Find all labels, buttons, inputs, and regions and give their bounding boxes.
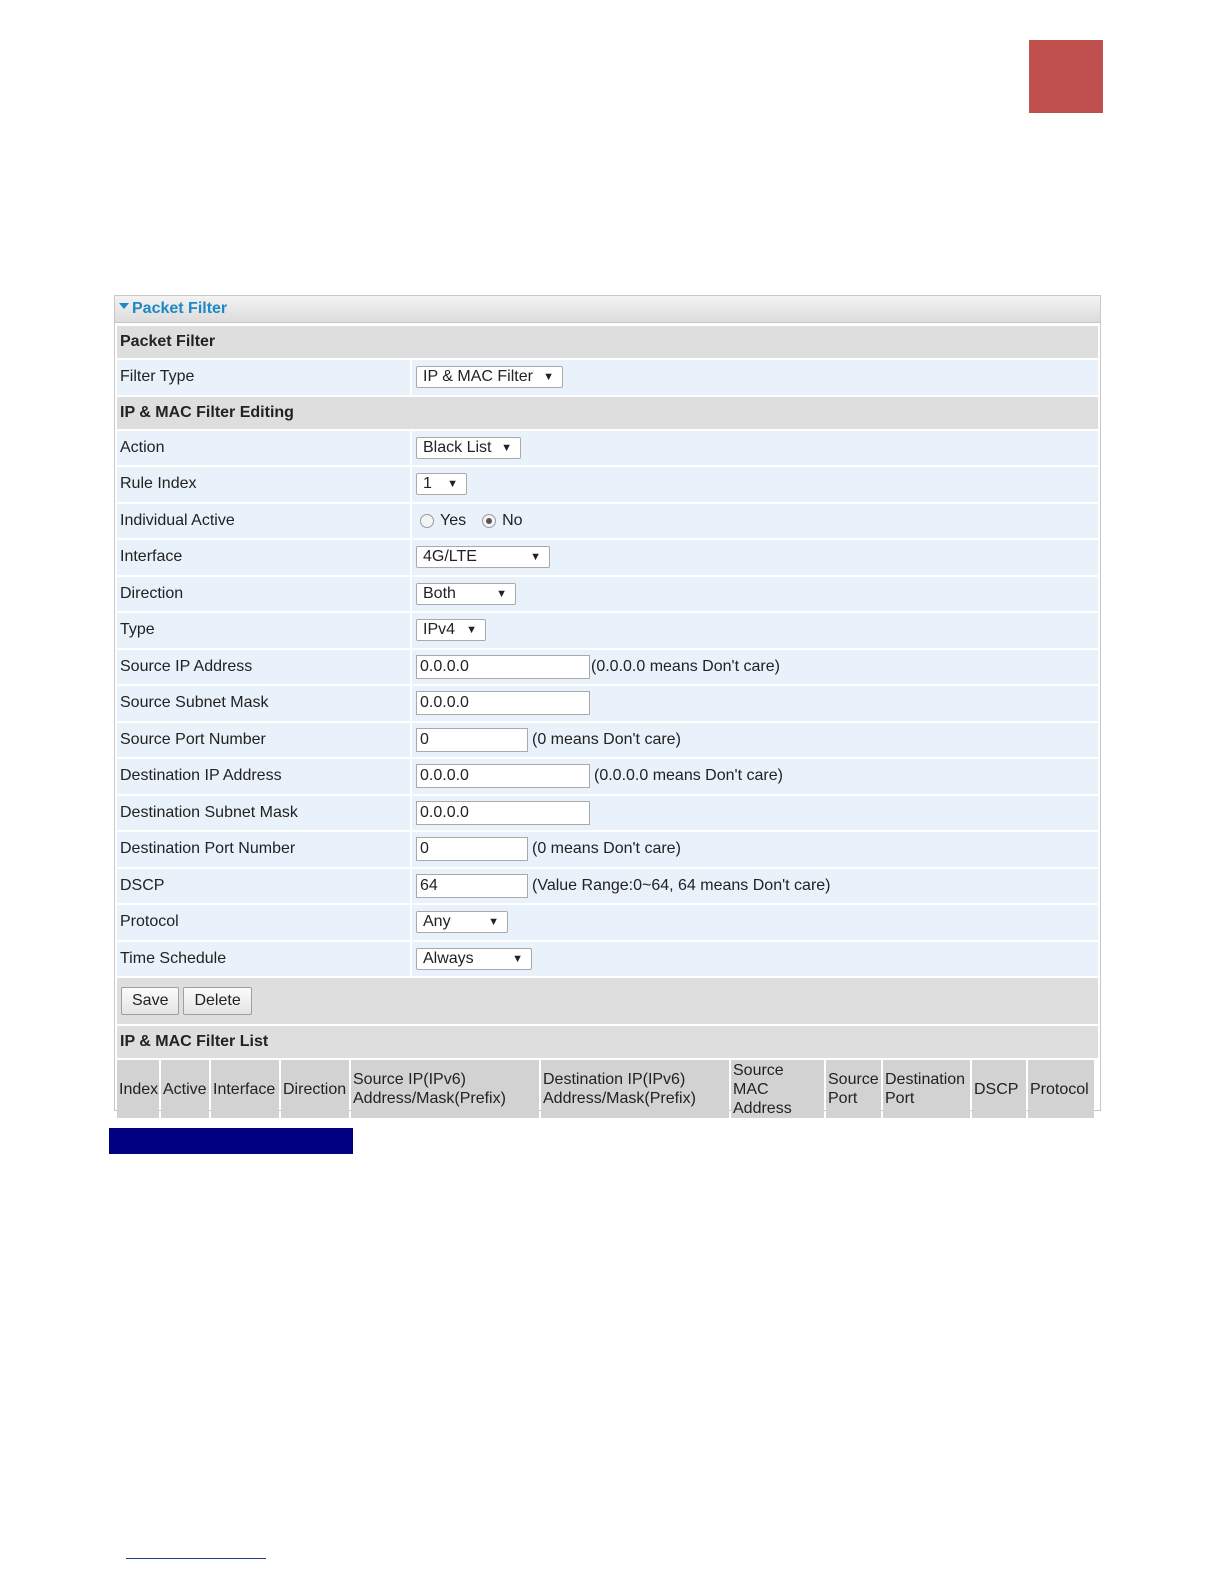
dest-port-input[interactable]: 0 xyxy=(416,837,528,862)
dscp-label: DSCP xyxy=(117,868,410,903)
packet-filter-panel: Packet Filter Packet Filter Filter Type … xyxy=(114,295,1101,1118)
dscp-note: (Value Range:0~64, 64 means Don't care) xyxy=(532,876,831,894)
dropdown-arrow-icon: ▼ xyxy=(496,587,507,600)
col-direction: Direction xyxy=(281,1060,349,1118)
source-mask-input[interactable]: 0.0.0.0 xyxy=(416,691,590,716)
save-button[interactable]: Save xyxy=(121,987,180,1015)
active-yes-label: Yes xyxy=(440,511,467,529)
row-type: Type IPv4 ▼ xyxy=(117,613,1098,648)
filter-type-label: Filter Type xyxy=(117,360,410,395)
interface-select[interactable]: 4G/LTE ▼ xyxy=(416,546,550,569)
type-label: Type xyxy=(117,613,410,648)
filter-list-header: Index Active Interface Direction Source … xyxy=(117,1060,1098,1118)
footer-rule xyxy=(126,1558,266,1559)
col-source-mac: Source MAC Address xyxy=(731,1060,824,1118)
source-ip-input[interactable]: 0.0.0.0 xyxy=(416,654,590,679)
panel-header[interactable]: Packet Filter xyxy=(115,296,1100,323)
dropdown-arrow-icon: ▼ xyxy=(530,551,541,564)
row-time-schedule: Time Schedule Always ▼ xyxy=(117,941,1098,976)
button-row: Save Delete xyxy=(117,978,1098,1024)
rule-index-select[interactable]: 1 ▼ xyxy=(416,473,467,496)
source-port-label: Source Port Number xyxy=(117,722,410,757)
row-dest-port: Destination Port Number 0 (0 means Don't… xyxy=(117,832,1098,867)
dropdown-arrow-icon: ▼ xyxy=(466,624,477,637)
dropdown-arrow-icon: ▼ xyxy=(488,916,499,929)
dest-ip-note: (0.0.0.0 means Don't care) xyxy=(594,767,783,785)
protocol-select[interactable]: Any ▼ xyxy=(416,911,508,934)
section-packet-filter: Packet Filter xyxy=(117,326,1098,358)
row-individual-active: Individual Active Yes No xyxy=(117,503,1098,538)
time-schedule-select[interactable]: Always ▼ xyxy=(416,947,532,970)
dest-ip-label: Destination IP Address xyxy=(117,759,410,794)
col-interface: Interface xyxy=(211,1060,279,1118)
section-filter-list: IP & MAC Filter List xyxy=(117,1026,1098,1058)
form-grid: Packet Filter Filter Type IP & MAC Filte… xyxy=(117,326,1098,1118)
dropdown-arrow-icon: ▼ xyxy=(447,478,458,491)
col-destination-ip: Destination IP(IPv6) Address/Mask(Prefix) xyxy=(541,1060,729,1118)
dropdown-arrow-icon: ▼ xyxy=(512,952,523,965)
row-dest-ip: Destination IP Address 0.0.0.0 (0.0.0.0 … xyxy=(117,759,1098,794)
dropdown-arrow-icon: ▼ xyxy=(501,441,512,454)
dest-ip-input[interactable]: 0.0.0.0 xyxy=(416,764,590,789)
row-dscp: DSCP 64 (Value Range:0~64, 64 means Don'… xyxy=(117,868,1098,903)
collapse-triangle-icon[interactable] xyxy=(119,303,129,309)
col-dscp: DSCP xyxy=(972,1060,1026,1118)
col-source-port: Source Port xyxy=(826,1060,881,1118)
row-source-ip: Source IP Address 0.0.0.0 (0.0.0.0 means… xyxy=(117,649,1098,684)
row-action: Action Black List ▼ xyxy=(117,430,1098,465)
interface-label: Interface xyxy=(117,540,410,575)
source-ip-label: Source IP Address xyxy=(117,649,410,684)
section-editing: IP & MAC Filter Editing xyxy=(117,396,1098,429)
row-direction: Direction Both ▼ xyxy=(117,576,1098,611)
dropdown-arrow-icon: ▼ xyxy=(543,371,554,384)
source-mask-label: Source Subnet Mask xyxy=(117,686,410,721)
filter-type-select[interactable]: IP & MAC Filter ▼ xyxy=(416,366,563,389)
dest-port-note: (0 means Don't care) xyxy=(532,840,681,858)
source-port-note: (0 means Don't care) xyxy=(532,730,681,748)
col-active: Active xyxy=(161,1060,209,1118)
protocol-label: Protocol xyxy=(117,905,410,940)
active-yes-radio[interactable] xyxy=(420,513,434,528)
col-protocol: Protocol xyxy=(1028,1060,1094,1118)
source-port-input[interactable]: 0 xyxy=(416,727,528,752)
row-dest-mask: Destination Subnet Mask 0.0.0.0 xyxy=(117,795,1098,830)
row-interface: Interface 4G/LTE ▼ xyxy=(117,540,1098,575)
delete-button[interactable]: Delete xyxy=(183,987,252,1015)
individual-active-label: Individual Active xyxy=(117,503,410,538)
rule-index-label: Rule Index xyxy=(117,467,410,502)
direction-label: Direction xyxy=(117,576,410,611)
active-no-label: No xyxy=(502,511,523,529)
row-protocol: Protocol Any ▼ xyxy=(117,905,1098,940)
col-index: Index xyxy=(117,1060,159,1118)
blue-caption-bar xyxy=(109,1128,353,1154)
action-select[interactable]: Black List ▼ xyxy=(416,436,521,459)
row-rule-index: Rule Index 1 ▼ xyxy=(117,467,1098,502)
time-schedule-label: Time Schedule xyxy=(117,941,410,976)
row-filter-type: Filter Type IP & MAC Filter ▼ xyxy=(117,360,1098,395)
action-label: Action xyxy=(117,430,410,465)
type-select[interactable]: IPv4 ▼ xyxy=(416,619,486,642)
panel-title: Packet Filter xyxy=(132,300,228,317)
row-source-port: Source Port Number 0 (0 means Don't care… xyxy=(117,722,1098,757)
source-ip-note: (0.0.0.0 means Don't care) xyxy=(591,657,780,675)
col-source-ip: Source IP(IPv6) Address/Mask(Prefix) xyxy=(351,1060,539,1118)
dest-port-label: Destination Port Number xyxy=(117,832,410,867)
dscp-input[interactable]: 64 xyxy=(416,873,528,898)
dest-mask-label: Destination Subnet Mask xyxy=(117,795,410,830)
corner-tab xyxy=(1029,40,1103,113)
col-destination-port: Destination Port xyxy=(883,1060,970,1118)
row-source-mask: Source Subnet Mask 0.0.0.0 xyxy=(117,686,1098,721)
active-no-radio[interactable] xyxy=(482,513,497,528)
dest-mask-input[interactable]: 0.0.0.0 xyxy=(416,800,590,825)
direction-select[interactable]: Both ▼ xyxy=(416,582,516,605)
